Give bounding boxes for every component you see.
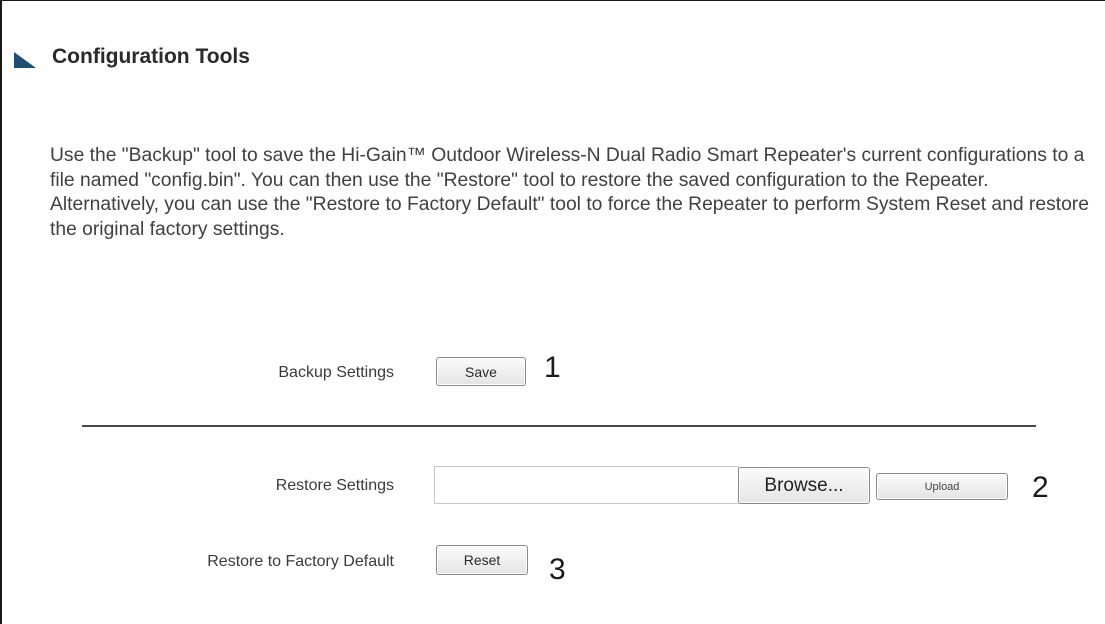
config-tools-panel: Configuration Tools Use the "Backup" too… [0,0,1105,624]
page-description: Use the "Backup" tool to save the Hi-Gai… [50,145,1089,240]
section-header: Configuration Tools [14,37,250,77]
upload-button[interactable]: Upload [876,473,1008,500]
step-number-2: 2 [1032,471,1049,504]
restore-file-field[interactable] [434,466,739,504]
page-title: Configuration Tools [52,45,250,68]
step-number-3: 3 [549,553,566,586]
restore-settings-label: Restore Settings [275,477,394,494]
section-divider [82,425,1036,427]
step-number-1: 1 [544,351,561,384]
factory-default-label: Restore to Factory Default [207,553,394,570]
backup-settings-label: Backup Settings [278,364,394,381]
save-button[interactable]: Save [436,357,526,386]
triangle-marker-icon [14,52,36,68]
browse-button[interactable]: Browse... [738,467,870,504]
reset-button[interactable]: Reset [436,545,528,575]
